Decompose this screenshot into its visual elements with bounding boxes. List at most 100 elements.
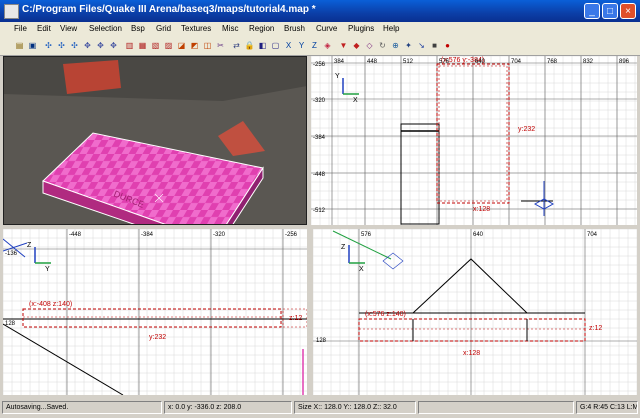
svg-text:X: X [353,97,358,104]
x-view-icon[interactable]: X [283,40,294,51]
open-icon[interactable]: ▤ [14,40,25,51]
menu-help[interactable]: Help [383,24,399,33]
plugin-icon[interactable]: ● [442,40,453,51]
camera-marker [382,252,404,270]
y-view-icon[interactable]: Y [296,40,307,51]
status-message: Autosaving...Saved. [2,401,162,414]
yz-tick-x: -320 [213,232,226,238]
xy-view-icon[interactable]: ▢ [270,40,281,51]
select-partial-tall-icon[interactable]: ▧ [150,40,161,51]
xy-major-grid [311,56,637,225]
svg-text:Y: Y [45,266,50,273]
status-grid: G:4 R:45 C:13 L:MR [576,401,638,414]
menu-bsp[interactable]: Bsp [131,24,145,33]
drag-icon[interactable]: ✦ [403,40,414,51]
status-coords: x: 0.0 y: -336.0 z: 208.0 [164,401,292,414]
rotate-x-icon[interactable]: ✥ [82,40,93,51]
xy-grid: (x:576 y:-384) y:232 x:128 Y X 384 448 512… [311,56,637,225]
minimize-button[interactable]: _ [584,3,600,19]
select-touching-icon[interactable]: ▦ [137,40,148,51]
save-icon[interactable]: ▣ [27,40,38,51]
scale-icon[interactable]: ↘ [416,40,427,51]
xy-viewport[interactable]: (x:576 y:-384) y:232 x:128 Y X 384 448 512… [311,56,637,225]
xz-tick-x: 640 [473,232,484,238]
svg-text:X: X [359,266,364,273]
patch-icon[interactable]: ◇ [364,40,375,51]
xy-tick-x: 384 [334,59,345,65]
rotate-y-icon[interactable]: ✥ [95,40,106,51]
horizontal-splitter[interactable] [3,225,637,229]
app-icon [4,4,19,19]
camera-viewport[interactable]: DURCE [3,56,307,225]
svg-text:Z: Z [27,242,32,249]
menu-textures[interactable]: Textures [181,24,211,33]
xz-position-label: (x:576 z:140) [365,311,406,318]
xy-tick-x: 512 [403,59,414,65]
xz-size-x: x:128 [463,350,480,357]
yz-tick-x: -256 [285,232,298,238]
menu-view[interactable]: View [60,24,77,33]
select-complete-tall-icon[interactable]: ▥ [124,40,135,51]
xy-tick-x: 448 [367,59,378,65]
z-view-icon[interactable]: Z [309,40,320,51]
xy-tick-y: -512 [313,208,326,214]
yz-tick-x: -448 [69,232,82,238]
hollow-icon[interactable]: ◫ [202,40,213,51]
clipper-icon[interactable]: ✂ [215,40,226,51]
menu-grid[interactable]: Grid [156,24,171,33]
title-bar: C:/Program Files/Quake III Arena/baseq3/… [0,0,640,22]
menu-region[interactable]: Region [249,24,274,33]
entity-icon[interactable]: ◆ [351,40,362,51]
insert-icon[interactable]: ⊕ [390,40,401,51]
status-empty [418,401,574,414]
csg-subtract-icon[interactable]: ◪ [176,40,187,51]
texture-lock-icon[interactable]: 🔒 [244,40,255,51]
camera-view-icon[interactable]: ◧ [257,40,268,51]
xz-grid: (x:576 z:140) x:128 z:12 128 Z X 576 640 7… [313,229,637,395]
xz-viewport[interactable]: (x:576 z:140) x:128 z:12 128 Z X 576 640 7… [313,229,637,395]
menu-edit[interactable]: Edit [37,24,51,33]
brush-icon[interactable]: ■ [429,40,440,51]
yz-viewport[interactable]: (x:-408 z:140) y:232 z:12 128 Z Y -136 -… [3,229,308,395]
menu-file[interactable]: File [14,24,27,33]
yz-grid: (x:-408 z:140) y:232 z:12 128 Z Y -136 -… [3,229,308,395]
menu-brush[interactable]: Brush [284,24,305,33]
xz-size-z: z:12 [589,325,602,332]
flip-y-icon[interactable]: ✣ [56,40,67,51]
filter-icon[interactable]: ▼ [338,40,349,51]
xy-tick-y: -320 [313,98,326,104]
status-bar: Autosaving...Saved. x: 0.0 y: -336.0 z: … [0,398,640,418]
xy-tick-y: -448 [313,172,326,178]
flip-x-icon[interactable]: ✣ [43,40,54,51]
xy-size-y: y:232 [518,126,535,133]
red-block [63,60,121,94]
status-size: Size X:: 128.0 Y:: 128.0 Z:: 32.0 [294,401,416,414]
toolbar: ▤ ▣ ✣ ✣ ✣ ✥ ✥ ✥ ▥ ▦ ▧ ▨ ◪ ◩ ◫ ✂ ⇄ 🔒 ◧ ▢ X Y Z ◈ ▼ ◆ ◇ ↻ ⊕ ✦ ↘ ■ ● [0,38,640,56]
xy-size-x: x:128 [473,206,490,213]
flip-z-icon[interactable]: ✣ [69,40,80,51]
svg-text:128: 128 [5,321,16,327]
menu-misc[interactable]: Misc [222,24,238,33]
xy-tick-y: -384 [313,135,326,141]
camera-render: DURCE [3,56,307,225]
maximize-button[interactable]: □ [602,3,618,19]
rotate-z-icon[interactable]: ✥ [108,40,119,51]
select-inside-icon[interactable]: ▨ [163,40,174,51]
menu-bar: File Edit View Selection Bsp Grid Textur… [0,22,640,39]
svg-text:-136: -136 [5,251,18,257]
menu-plugins[interactable]: Plugins [348,24,374,33]
change-views-icon[interactable]: ⇄ [231,40,242,51]
xy-tick-x: 640 [475,59,486,65]
menu-selection[interactable]: Selection [89,24,122,33]
close-button[interactable]: × [620,3,636,19]
xy-tick-x: 704 [511,59,522,65]
xy-tick-x: 576 [439,59,450,65]
selection-xz[interactable] [358,318,586,342]
xz-tick-x: 704 [587,232,598,238]
selection-yz[interactable] [22,308,282,328]
csg-merge-icon[interactable]: ◩ [189,40,200,51]
svg-text:128: 128 [316,338,327,344]
cubic-clip-icon[interactable]: ◈ [322,40,333,51]
bend-icon[interactable]: ↻ [377,40,388,51]
menu-curve[interactable]: Curve [316,24,337,33]
